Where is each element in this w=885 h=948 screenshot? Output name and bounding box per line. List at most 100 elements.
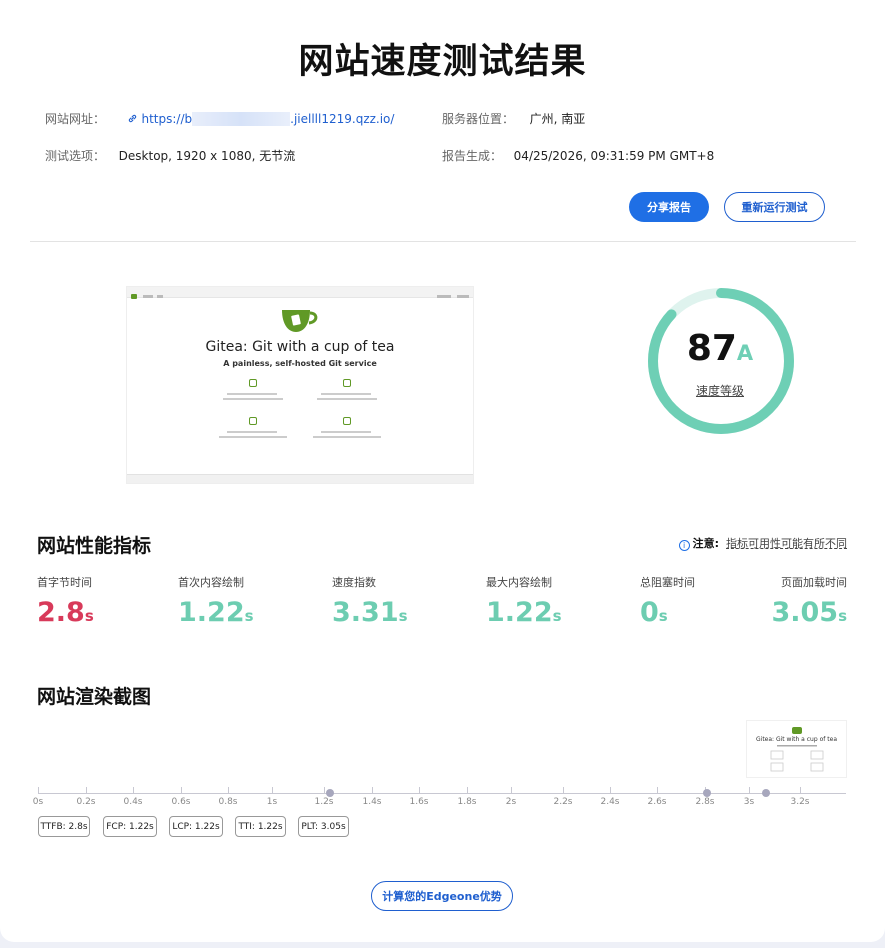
rocket-icon [249,417,257,425]
metric-number: 1.22 [178,597,245,628]
metric-value: 2.8s [37,597,94,628]
score-grade: A [736,341,754,365]
metric-unit: s [84,607,94,625]
timeline-tick [467,787,468,793]
timeline-tick-label: 2s [505,797,517,807]
calculate-edgeone-button[interactable]: 计算您的Edgeone优势 [371,881,513,911]
timeline-tick [610,787,611,793]
result-card: 网站速度测试结果 网站网址： https://b .jiellll1219.qzz… [0,0,885,942]
timeline-tick-label: 2.4s [600,797,620,807]
timeline-tick [228,787,229,793]
info-icon: i [678,540,690,551]
metric-label: 总阻塞时间 [640,576,695,589]
filmstrip-frame[interactable]: Gitea: Git with a cup of tea [746,720,847,778]
metric-number: 2.8 [37,597,85,628]
marker-chip-lcp[interactable]: LCP: 1.22s [169,816,223,837]
page-title: 网站速度测试结果 [298,42,587,82]
timeline-marker-dot[interactable] [326,789,334,797]
timeline-tick-label: 0s [32,797,44,807]
preview-navbar [127,287,473,299]
share-report-button[interactable]: 分享报告 [629,192,709,222]
timeline-tick [511,787,512,793]
feature-text-line [321,393,371,395]
speed-grade-link[interactable]: 速度等级 [660,382,780,399]
report-value: 04/25/2026, 09:31:59 PM GMT+8 [513,149,715,163]
marker-chip-fcp[interactable]: FCP: 1.22s [103,816,157,837]
timeline-tick-label: 3s [743,797,755,807]
score-value: 87 [686,328,737,369]
metric-plt: 页面加载时间 3.05s [771,574,847,628]
frame-thumbnail [770,727,824,772]
timeline-tick [749,787,750,793]
timeline-tick [86,787,87,793]
server-row: 服务器位置： 广州, 南亚 [442,110,585,127]
timeline-tick [657,787,658,793]
feature-text-line [313,436,381,438]
timeline-tick-label: 1.8s [457,797,477,807]
metric-label: 最大内容绘制 [486,576,552,589]
timeline-tick [38,787,39,793]
metric-number: 0 [640,597,659,628]
timeline-marker-dot[interactable] [762,789,770,797]
preview-headline: Gitea: Git with a cup of tea [205,339,395,355]
feature-text-line [219,436,287,438]
timeline-marker-dot[interactable] [703,789,711,797]
url-prefix: https://b [141,112,193,126]
timeline-tick-label: 1.6s [409,797,429,807]
metric-number: 3.05 [771,597,839,628]
gitea-logo-icon [282,310,318,332]
timeline-tick [181,787,182,793]
metric-value: 3.05s [771,597,847,628]
metric-label: 速度指数 [332,576,376,589]
url-suffix: .jiellll1219.qzz.io/ [290,112,395,126]
performance-section-title: 网站性能指标 [37,535,152,557]
timeline-tick [372,787,373,793]
monitor-icon [343,379,351,387]
marker-chip-tti[interactable]: TTI: 1.22s [235,816,286,837]
metric-unit: s [398,607,408,625]
metric-fcp: 首次内容绘制 1.22s [178,574,254,628]
metric-label: 页面加载时间 [781,576,847,589]
rerun-test-button[interactable]: 重新运行测试 [724,192,825,222]
timeline-tick [419,787,420,793]
timeline-tick-label: 2.8s [695,797,715,807]
metric-value: 1.22s [486,597,562,628]
timeline-tick-label: 0.4s [123,797,143,807]
timeline-tick-label: 0.8s [218,797,238,807]
timeline-tick-label: 1.2s [314,797,334,807]
metric-speed-index: 速度指数 3.31s [332,574,408,628]
timeline-tick [563,787,564,793]
frame-caption: Gitea: Git with a cup of tea [756,736,837,743]
note-label: 注意: [692,537,719,550]
report-row: 报告生成： 04/25/2026, 09:31:59 PM GMT+8 [442,147,714,164]
metrics-note[interactable]: i 注意: 指标可用性可能有所不同 [678,535,847,551]
timeline-axis [38,793,846,794]
timeline-tick [324,787,325,793]
timeline-tick-label: 2.2s [553,797,573,807]
metric-unit: s [244,607,254,625]
server-label: 服务器位置： [442,112,515,126]
options-label: 测试选项： [45,149,106,163]
flame-icon [249,379,257,387]
metric-number: 1.22 [486,597,553,628]
marker-chip-ttfb[interactable]: TTFB: 2.8s [38,816,90,837]
timeline-tick [272,787,273,793]
divider [30,241,856,242]
url-label: 网站网址： [45,112,106,126]
timeline-tick-label: 1.4s [362,797,382,807]
link-icon [127,112,142,126]
metric-number: 3.31 [332,597,399,628]
marker-chip-plt[interactable]: PLT: 3.05s [298,816,349,837]
metric-tbt: 总阻塞时间 0s [640,574,695,628]
metric-label: 首字节时间 [37,576,92,589]
filmstrip-section-title: 网站渲染截图 [37,686,152,708]
metric-unit: s [552,607,562,625]
metric-ttfb: 首字节时间 2.8s [37,574,94,628]
timeline-tick [800,787,801,793]
timeline-tick [133,787,134,793]
tested-url-link[interactable]: https://b .jiellll1219.qzz.io/ [141,112,395,126]
redacted-mask [192,112,291,126]
metric-lcp: 最大内容绘制 1.22s [486,574,562,628]
metric-value: 3.31s [332,597,408,628]
timeline-tick-label: 2.6s [647,797,667,807]
